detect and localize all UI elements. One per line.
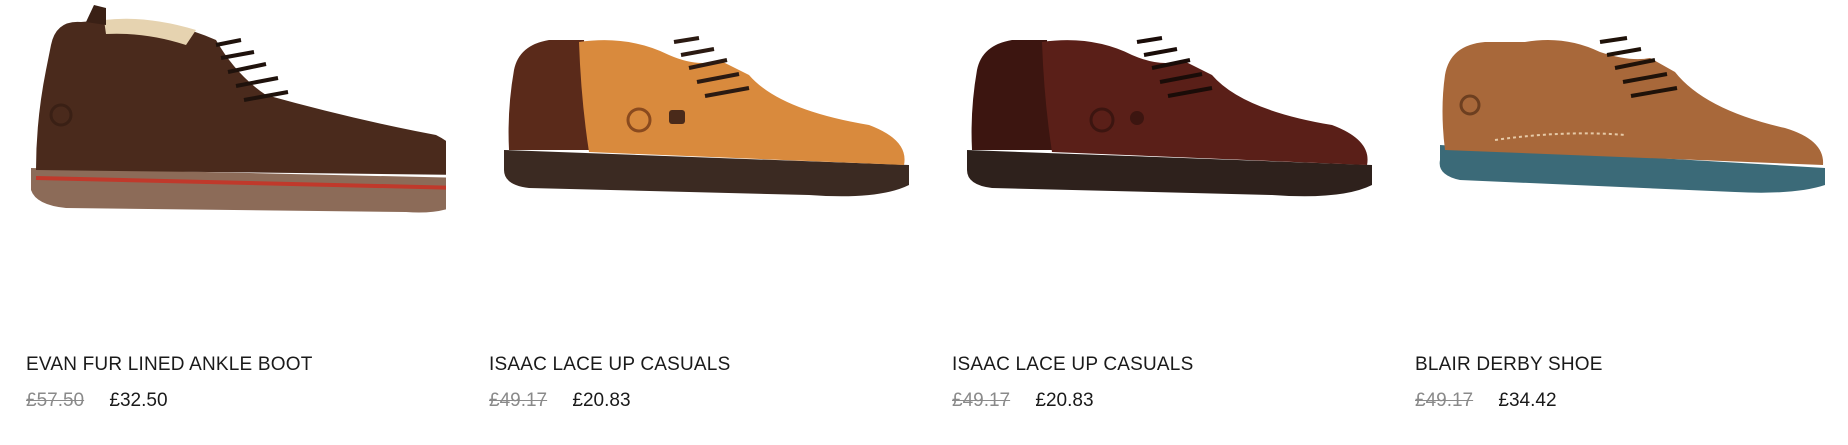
product-image[interactable] — [1415, 0, 1835, 330]
sale-price: £20.83 — [572, 390, 631, 411]
lace-up-shoe-image — [504, 36, 909, 197]
price-block: £49.17 £34.42 — [1415, 390, 1557, 412]
original-price: £49.17 — [952, 390, 1011, 411]
product-image[interactable] — [952, 0, 1372, 330]
product-title[interactable]: BLAIR DERBY SHOE — [1415, 354, 1603, 376]
sale-price: £20.83 — [1035, 390, 1094, 411]
original-price: £49.17 — [489, 390, 548, 411]
product-image[interactable] — [26, 0, 446, 330]
sale-price: £34.42 — [1498, 390, 1557, 411]
original-price: £57.50 — [26, 390, 85, 411]
sale-price: £32.50 — [109, 390, 168, 411]
product-title[interactable]: ISAAC LACE UP CASUALS — [952, 354, 1193, 376]
product-card[interactable]: ISAAC LACE UP CASUALS £49.17 £20.83 — [489, 0, 909, 445]
product-grid: EVAN FUR LINED ANKLE BOOT £57.50 £32.50 — [0, 0, 1848, 445]
lace-up-shoe-image — [967, 36, 1372, 197]
product-title[interactable]: ISAAC LACE UP CASUALS — [489, 354, 730, 376]
product-image[interactable] — [489, 0, 909, 330]
price-block: £49.17 £20.83 — [489, 390, 631, 412]
product-card[interactable]: BLAIR DERBY SHOE £49.17 £34.42 — [1415, 0, 1835, 445]
product-title[interactable]: EVAN FUR LINED ANKLE BOOT — [26, 354, 313, 376]
product-card[interactable]: EVAN FUR LINED ANKLE BOOT £57.50 £32.50 — [26, 0, 446, 445]
derby-shoe-image — [1439, 36, 1825, 193]
price-block: £57.50 £32.50 — [26, 390, 168, 412]
original-price: £49.17 — [1415, 390, 1474, 411]
ankle-boot-image — [31, 5, 446, 213]
price-block: £49.17 £20.83 — [952, 390, 1094, 412]
product-card[interactable]: ISAAC LACE UP CASUALS £49.17 £20.83 — [952, 0, 1372, 445]
